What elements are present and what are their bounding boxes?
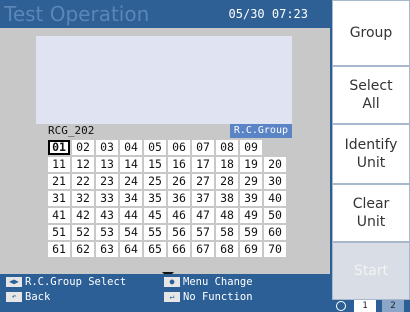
back-hint[interactable]: ↶ Back <box>6 291 50 304</box>
unit-cell[interactable]: 30 <box>264 174 286 189</box>
rc-group-select-hint: ◀▶ R.C.Group Select <box>6 276 126 289</box>
unit-cell[interactable]: 29 <box>240 174 262 189</box>
unit-grid: 01 02 03 04 05 06 07 08 09 11 12 13 14 15 16 17 18 19 20 21… <box>48 140 292 257</box>
page-circle-icon <box>336 301 346 311</box>
main-panel: RCG_202 R.C.Group 01 02 03 04 05 06 07 08 09 11 12… <box>0 28 330 278</box>
menu-change-hint: ● Menu Change <box>164 276 253 289</box>
unit-cell[interactable]: 09 <box>240 140 262 155</box>
unit-cell[interactable]: 41 <box>48 208 70 223</box>
unit-cell[interactable]: 39 <box>240 191 262 206</box>
unit-cell[interactable]: 02 <box>72 140 94 155</box>
unit-cell[interactable]: 03 <box>96 140 118 155</box>
unit-cell[interactable]: 15 <box>144 157 166 172</box>
unit-cell[interactable]: 62 <box>72 242 94 257</box>
unit-cell[interactable]: 50 <box>264 208 286 223</box>
unit-cell[interactable]: 64 <box>120 242 142 257</box>
display-area <box>36 36 292 124</box>
page-2-tab[interactable]: 2 <box>382 300 404 312</box>
unit-cell[interactable]: 24 <box>120 174 142 189</box>
select-all-button[interactable]: Select All <box>332 66 410 124</box>
unit-cell[interactable]: 68 <box>216 242 238 257</box>
unit-cell[interactable]: 12 <box>72 157 94 172</box>
unit-cell[interactable]: 34 <box>120 191 142 206</box>
datetime: 05/30 07:23 <box>228 7 308 21</box>
unit-cell[interactable]: 42 <box>72 208 94 223</box>
unit-cell[interactable]: 32 <box>72 191 94 206</box>
unit-cell[interactable]: 47 <box>192 208 214 223</box>
unit-cell[interactable]: 35 <box>144 191 166 206</box>
unit-cell[interactable]: 16 <box>168 157 190 172</box>
unit-cell[interactable]: 04 <box>120 140 142 155</box>
unit-cell[interactable]: 70 <box>264 242 286 257</box>
unit-cell[interactable]: 63 <box>96 242 118 257</box>
identify-unit-button[interactable]: Identify Unit <box>332 124 410 184</box>
unit-cell[interactable]: 51 <box>48 225 70 240</box>
unit-cell[interactable]: 60 <box>264 225 286 240</box>
unit-cell[interactable]: 20 <box>264 157 286 172</box>
unit-cell[interactable]: 48 <box>216 208 238 223</box>
group-tag: R.C.Group <box>229 124 292 138</box>
start-button[interactable]: Start <box>332 242 410 300</box>
unit-cell[interactable]: 22 <box>72 174 94 189</box>
group-header: RCG_202 R.C.Group <box>48 124 292 138</box>
unit-cell[interactable]: 25 <box>144 174 166 189</box>
clear-unit-button[interactable]: Clear Unit <box>332 184 410 242</box>
unit-cell[interactable]: 14 <box>120 157 142 172</box>
page-1-tab[interactable]: 1 <box>354 300 376 312</box>
page-indicator: 1 2 <box>332 300 410 312</box>
unit-cell[interactable]: 66 <box>168 242 190 257</box>
unit-cell[interactable]: 17 <box>192 157 214 172</box>
unit-cell[interactable]: 37 <box>192 191 214 206</box>
softkey-column: Group Select All Identify Unit Clear Uni… <box>332 0 410 312</box>
unit-cell[interactable]: 07 <box>192 140 214 155</box>
test-operation-screen: Test Operation 05/30 07:23 RCG_202 R.C.G… <box>0 0 410 312</box>
group-button[interactable]: Group <box>332 0 410 66</box>
back-icon: ↶ <box>6 292 22 302</box>
unit-cell[interactable]: 57 <box>192 225 214 240</box>
unit-cell[interactable]: 13 <box>96 157 118 172</box>
unit-cell[interactable]: 53 <box>96 225 118 240</box>
unit-cell[interactable]: 18 <box>216 157 238 172</box>
unit-cell[interactable]: 54 <box>120 225 142 240</box>
title-bar: Test Operation 05/30 07:23 <box>0 0 330 28</box>
unit-cell[interactable]: 46 <box>168 208 190 223</box>
unit-cell[interactable]: 38 <box>216 191 238 206</box>
group-name: RCG_202 <box>48 124 95 137</box>
unit-cell[interactable]: 44 <box>120 208 142 223</box>
unit-cell[interactable]: 19 <box>240 157 262 172</box>
unit-cell[interactable]: 65 <box>144 242 166 257</box>
unit-cell[interactable]: 33 <box>96 191 118 206</box>
unit-cell[interactable]: 58 <box>216 225 238 240</box>
unit-cell[interactable]: 21 <box>48 174 70 189</box>
unit-cell[interactable]: 43 <box>96 208 118 223</box>
unit-cell[interactable]: 52 <box>72 225 94 240</box>
unit-cell[interactable]: 05 <box>144 140 166 155</box>
unit-cell[interactable]: 11 <box>48 157 70 172</box>
unit-cell[interactable]: 28 <box>216 174 238 189</box>
unit-cell[interactable]: 06 <box>168 140 190 155</box>
unit-cell[interactable]: 36 <box>168 191 190 206</box>
unit-cell[interactable]: 31 <box>48 191 70 206</box>
enter-icon: ↵ <box>164 292 180 302</box>
unit-cell[interactable]: 23 <box>96 174 118 189</box>
unit-cell[interactable]: 08 <box>216 140 238 155</box>
unit-cell[interactable]: 49 <box>240 208 262 223</box>
dpad-icon: ◀▶ <box>6 277 22 287</box>
menu-icon: ● <box>164 277 180 287</box>
unit-cell[interactable]: 27 <box>192 174 214 189</box>
unit-cell-empty <box>264 140 286 155</box>
unit-cell[interactable]: 56 <box>168 225 190 240</box>
unit-cell[interactable]: 67 <box>192 242 214 257</box>
unit-cell[interactable]: 59 <box>240 225 262 240</box>
page-title: Test Operation <box>4 2 150 26</box>
unit-cell[interactable]: 45 <box>144 208 166 223</box>
unit-cell[interactable]: 26 <box>168 174 190 189</box>
unit-cell[interactable]: 40 <box>264 191 286 206</box>
unit-cell[interactable]: 55 <box>144 225 166 240</box>
no-function-hint: ↵ No Function <box>164 291 253 304</box>
unit-cell[interactable]: 69 <box>240 242 262 257</box>
footer-legend: ◀▶ R.C.Group Select ↶ Back ● Menu Change ↵ N… <box>0 274 330 312</box>
unit-cell[interactable]: 61 <box>48 242 70 257</box>
unit-cell[interactable]: 01 <box>48 140 70 155</box>
